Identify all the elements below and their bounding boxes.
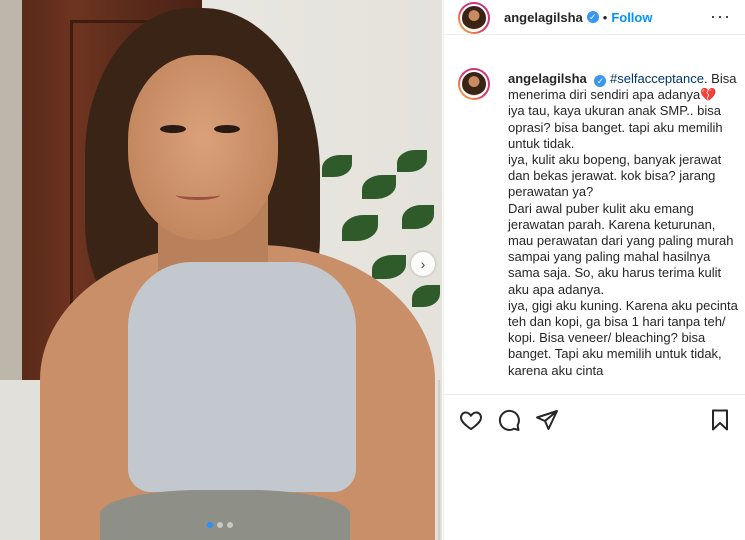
hashtag-link[interactable]: #selfacceptance [610,71,704,86]
paper-plane-icon [536,410,558,430]
verified-icon: ✓ [586,11,599,23]
carousel-dot-1 [207,522,213,528]
comment-button[interactable] [496,407,522,433]
caption-username[interactable]: angelagilsha [508,71,587,86]
door-frame [0,0,22,390]
avatar[interactable] [458,2,490,34]
skirt [100,490,350,540]
header-username[interactable]: angelagilsha [504,10,583,25]
follow-button[interactable]: Follow [611,10,652,25]
carousel-indicator [207,522,233,528]
carousel-dot-2 [217,522,223,528]
share-button[interactable] [534,407,560,433]
post-side-panel: angelagilsha ✓ • Follow ··· angelagilsha… [443,0,745,540]
separator: • [602,9,608,25]
broken-heart-emoji: 💔 [700,87,717,103]
carousel-dot-3 [227,522,233,528]
save-button[interactable] [707,407,733,433]
carousel-next-button[interactable]: › [411,252,435,276]
caption-text: angelagilsha ✓ #selfacceptance. Bisa men… [508,71,744,379]
caption: angelagilsha ✓ #selfacceptance. Bisa men… [458,68,744,393]
face [128,55,278,240]
chevron-right-icon: › [420,256,426,272]
verified-icon: ✓ [594,75,607,88]
action-bar [444,394,745,446]
crop-top [128,262,356,492]
mouth [176,190,220,200]
caption-avatar[interactable] [458,68,490,100]
more-options-icon[interactable]: ··· [710,6,731,27]
post-header: angelagilsha ✓ • Follow ··· [444,0,745,35]
eye-left [160,125,186,133]
comment-bubble-icon [498,409,520,431]
like-button[interactable] [458,407,484,433]
caption-body: iya tau, kaya ukuran anak SMP.. bisa opr… [508,103,738,378]
post-photo[interactable]: › [0,0,442,540]
bookmark-icon [712,409,728,431]
eye-right [214,125,240,133]
heart-outline-icon [460,411,482,431]
